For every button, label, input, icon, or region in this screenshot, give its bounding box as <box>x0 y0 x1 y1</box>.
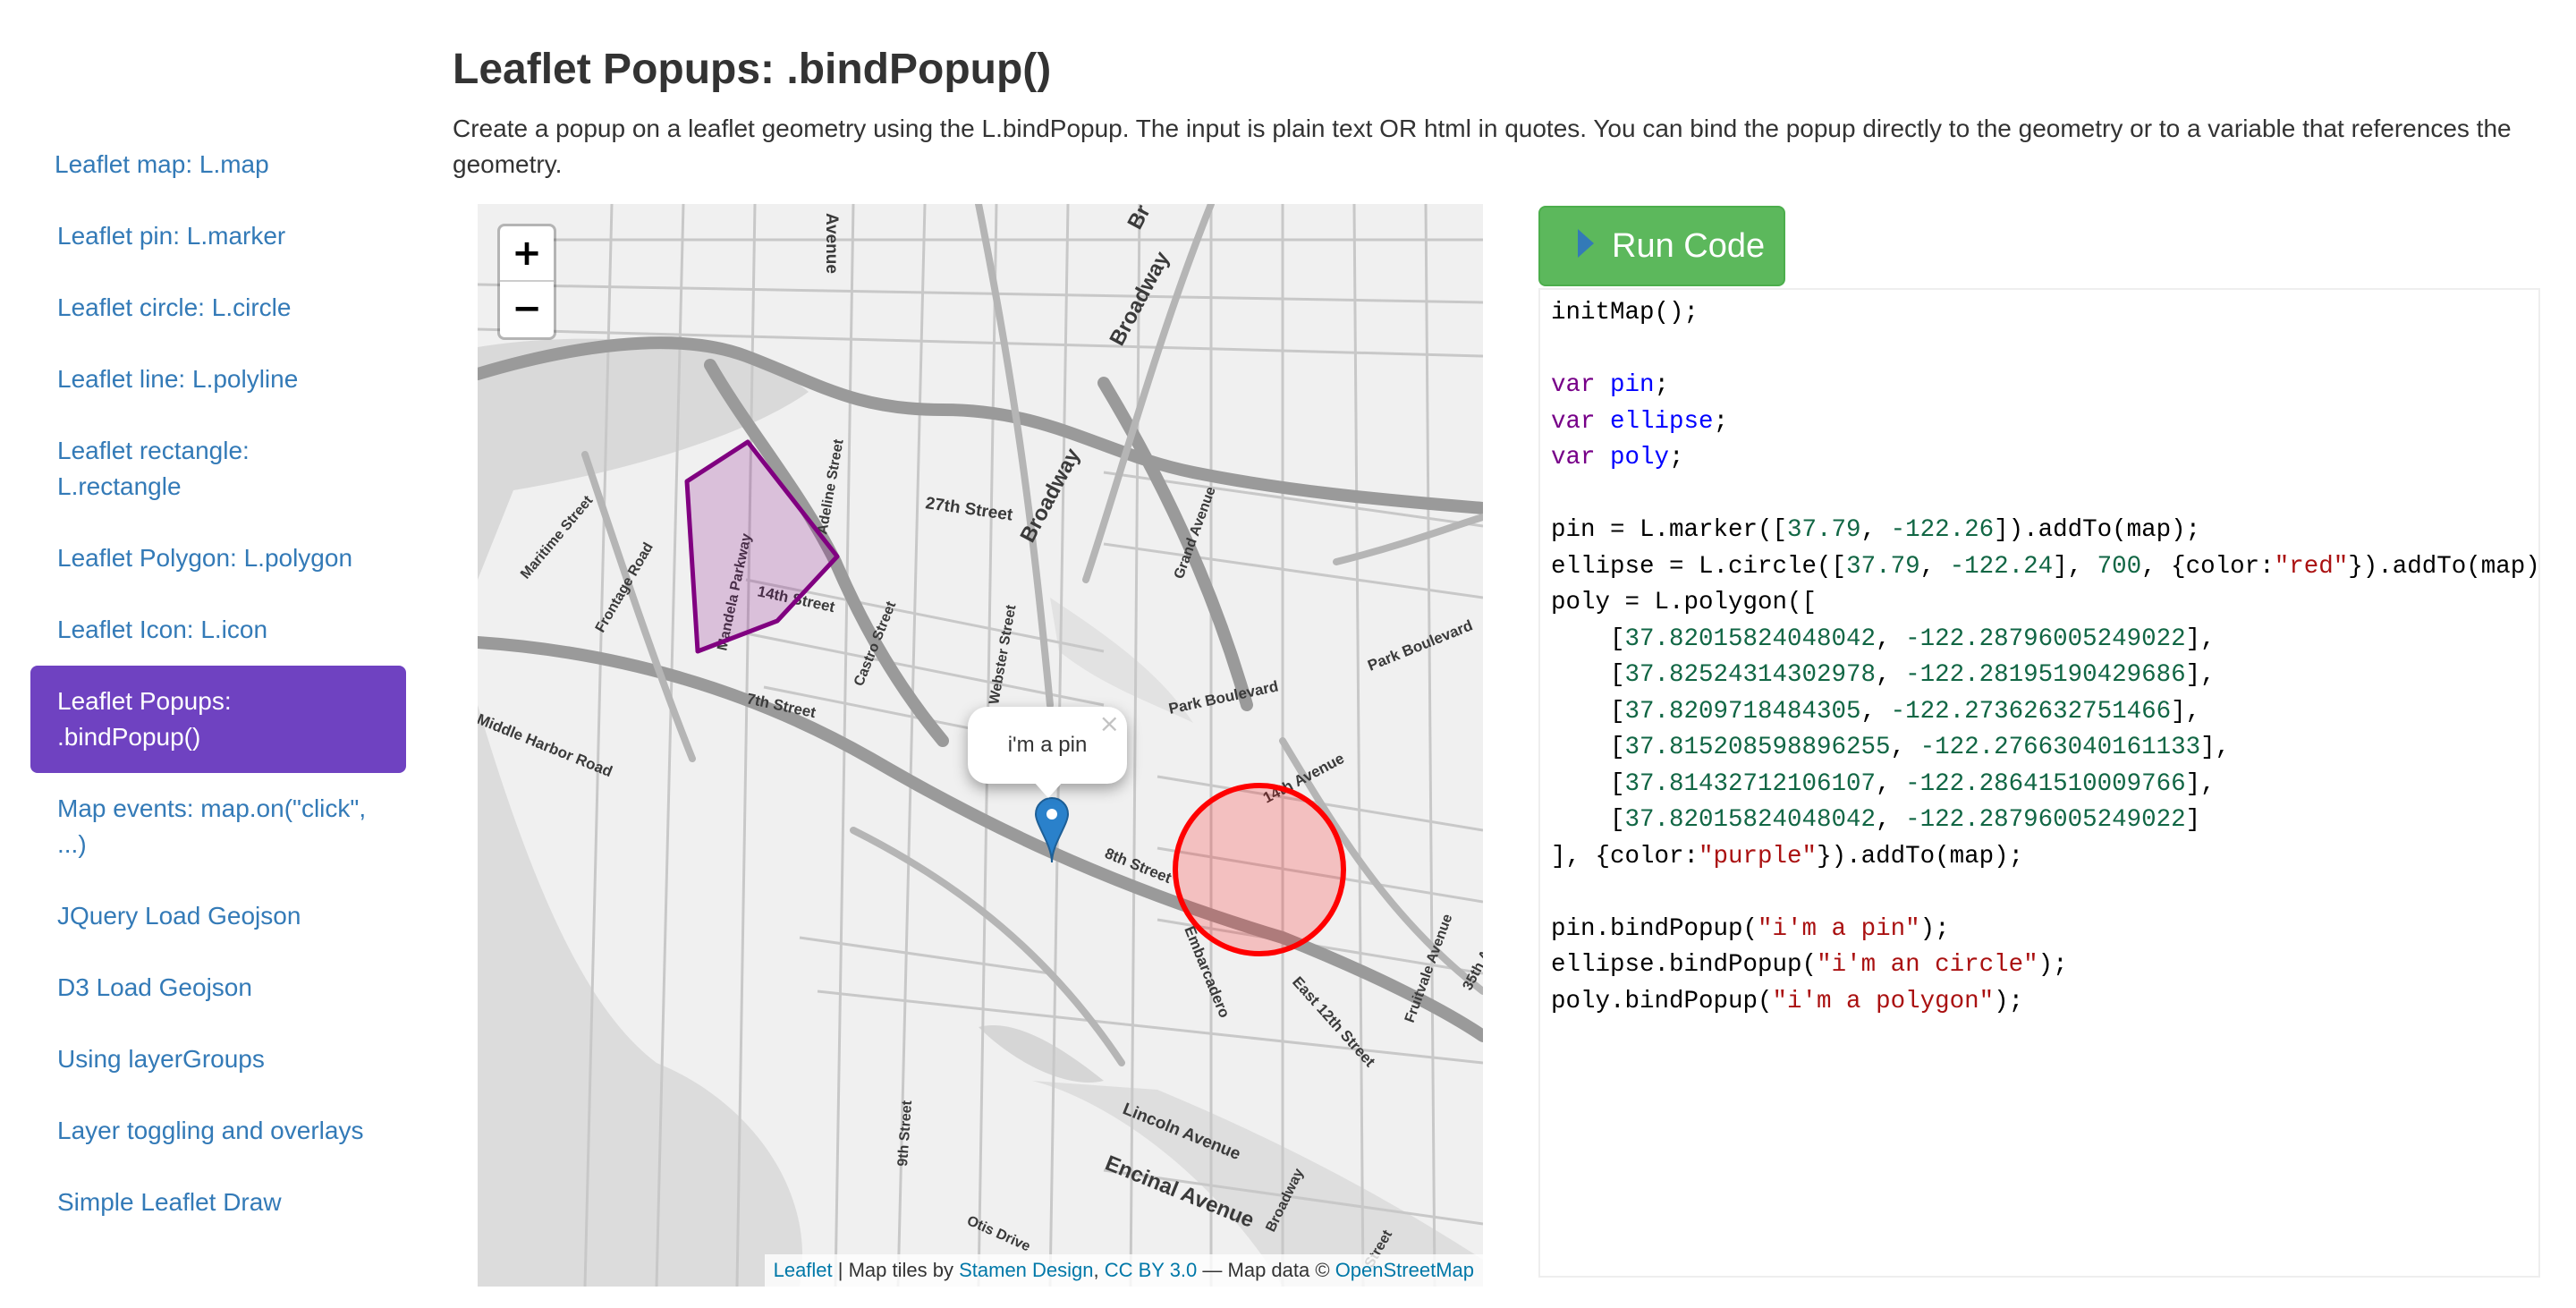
code-line: var pin; <box>1551 371 1670 399</box>
map-popup: i'm a pin × <box>968 707 1127 798</box>
page-title: Leaflet Popups: .bindPopup() <box>453 46 1052 93</box>
sidebar-item-leaflet-polygon[interactable]: Leaflet Polygon: L.polygon <box>30 522 406 594</box>
street-label: Maritime Street <box>518 493 597 582</box>
page-description: Create a popup on a leaflet geometry usi… <box>453 115 2512 178</box>
attribution-data-text: — Map data © <box>1197 1259 1335 1281</box>
sidebar-item-layer-toggling[interactable]: Layer toggling and overlays <box>30 1095 406 1167</box>
license-link[interactable]: CC BY 3.0 <box>1105 1259 1198 1281</box>
attribution-tiles-text: | Map tiles by <box>832 1259 960 1281</box>
street-label: Middle Harbor Road <box>478 710 614 780</box>
play-icon <box>1578 229 1594 258</box>
sidebar-item-leaflet-map[interactable]: Leaflet map: L.map <box>30 134 406 195</box>
sidebar-item-leaflet-pin[interactable]: Leaflet pin: L.marker <box>30 200 406 272</box>
code-line: poly = L.polygon([ <box>1551 589 1818 616</box>
code-line: [37.815208598896255, -122.27663040161133… <box>1551 734 2231 761</box>
street-label: Otis Drive <box>964 1213 1032 1254</box>
zoom-control: + − <box>497 224 556 340</box>
code-line: ellipse.bindPopup("i'm an circle"); <box>1551 951 2068 979</box>
run-code-label: Run Code <box>1612 227 1766 265</box>
street-label: Adeline Street <box>815 437 847 536</box>
sidebar-item-leaflet-draw[interactable]: Simple Leaflet Draw <box>30 1167 406 1238</box>
code-editor[interactable]: initMap(); var pin; var ellipse; var poly;… <box>1538 288 2540 1278</box>
leaflet-link[interactable]: Leaflet <box>774 1259 833 1281</box>
street-label: Br <box>1123 204 1155 234</box>
code-line: pin.bindPopup("i'm a pin"); <box>1551 914 1950 943</box>
popup-tip <box>1034 782 1063 798</box>
code-line: [37.8209718484305, -122.27362632751466], <box>1551 697 2201 726</box>
leaflet-map[interactable]: Avenue Broadway Broadway Br Adeline Stre… <box>478 204 1483 1287</box>
sidebar-item-leaflet-line[interactable]: Leaflet line: L.polyline <box>30 344 406 415</box>
sidebar-item-leaflet-popups[interactable]: Leaflet Popups: .bindPopup() <box>30 666 406 773</box>
code-line: var ellipse; <box>1551 407 1729 436</box>
run-code-button[interactable]: Run Code <box>1538 206 1785 286</box>
code-line: pin = L.marker([37.79, -122.26]).addTo(m… <box>1551 516 2201 544</box>
sidebar-item-leaflet-circle[interactable]: Leaflet circle: L.circle <box>30 272 406 344</box>
street-label: Webster Street <box>987 603 1019 706</box>
sidebar-item-jquery-geojson[interactable]: JQuery Load Geojson <box>30 880 406 952</box>
sidebar-item-leaflet-icon[interactable]: Leaflet Icon: L.icon <box>30 594 406 666</box>
sidebar-item-map-events[interactable]: Map events: map.on("click", ...) <box>30 773 406 880</box>
attribution-comma: , <box>1093 1259 1105 1281</box>
street-label: Park Boulevard <box>1167 677 1280 718</box>
code-line: [37.81432712106107, -122.28641510009766]… <box>1551 769 2216 798</box>
code-line: [37.82524314302978, -122.28195190429686]… <box>1551 661 2216 689</box>
zoom-out-button[interactable]: − <box>500 282 554 335</box>
code-text[interactable]: initMap(); var pin; var ellipse; var poly;… <box>1551 295 2540 1020</box>
code-line: ellipse = L.circle([37.79, -122.24], 700… <box>1551 552 2540 581</box>
code-line: [37.82015824048042, -122.28796005249022]… <box>1551 624 2216 653</box>
sidebar-item-leaflet-rectangle[interactable]: Leaflet rectangle: L.rectangle <box>30 415 406 522</box>
street-label: 27th Street <box>924 494 1014 525</box>
popup-close-icon[interactable]: × <box>1099 709 1120 738</box>
code-line: initMap(); <box>1551 299 1699 327</box>
zoom-in-button[interactable]: + <box>500 226 554 282</box>
street-label: East 12th Street <box>1289 973 1378 1070</box>
map-attribution: Leaflet | Map tiles by Stamen Design, CC… <box>764 1254 1483 1287</box>
street-label: Avenue <box>822 213 841 274</box>
osm-link[interactable]: OpenStreetMap <box>1335 1259 1474 1281</box>
code-line: [37.82015824048042, -122.28796005249022] <box>1551 806 2201 834</box>
street-label: 9th Street <box>895 1100 915 1167</box>
sidebar-item-layergroups[interactable]: Using layerGroups <box>30 1023 406 1095</box>
street-label: Park Boulevard <box>1365 616 1475 674</box>
polygon-overlay[interactable] <box>684 439 840 654</box>
code-line: poly.bindPopup("i'm a polygon"); <box>1551 987 2024 1015</box>
stamen-link[interactable]: Stamen Design <box>959 1259 1093 1281</box>
code-line: ], {color:"purple"}).addTo(map); <box>1551 842 2024 871</box>
circle-overlay[interactable] <box>1173 783 1346 956</box>
sidebar-item-d3-geojson[interactable]: D3 Load Geojson <box>30 952 406 1023</box>
code-line: var poly; <box>1551 444 1684 471</box>
sidebar-nav: Leaflet map: L.map Leaflet pin: L.marker… <box>30 134 406 1238</box>
